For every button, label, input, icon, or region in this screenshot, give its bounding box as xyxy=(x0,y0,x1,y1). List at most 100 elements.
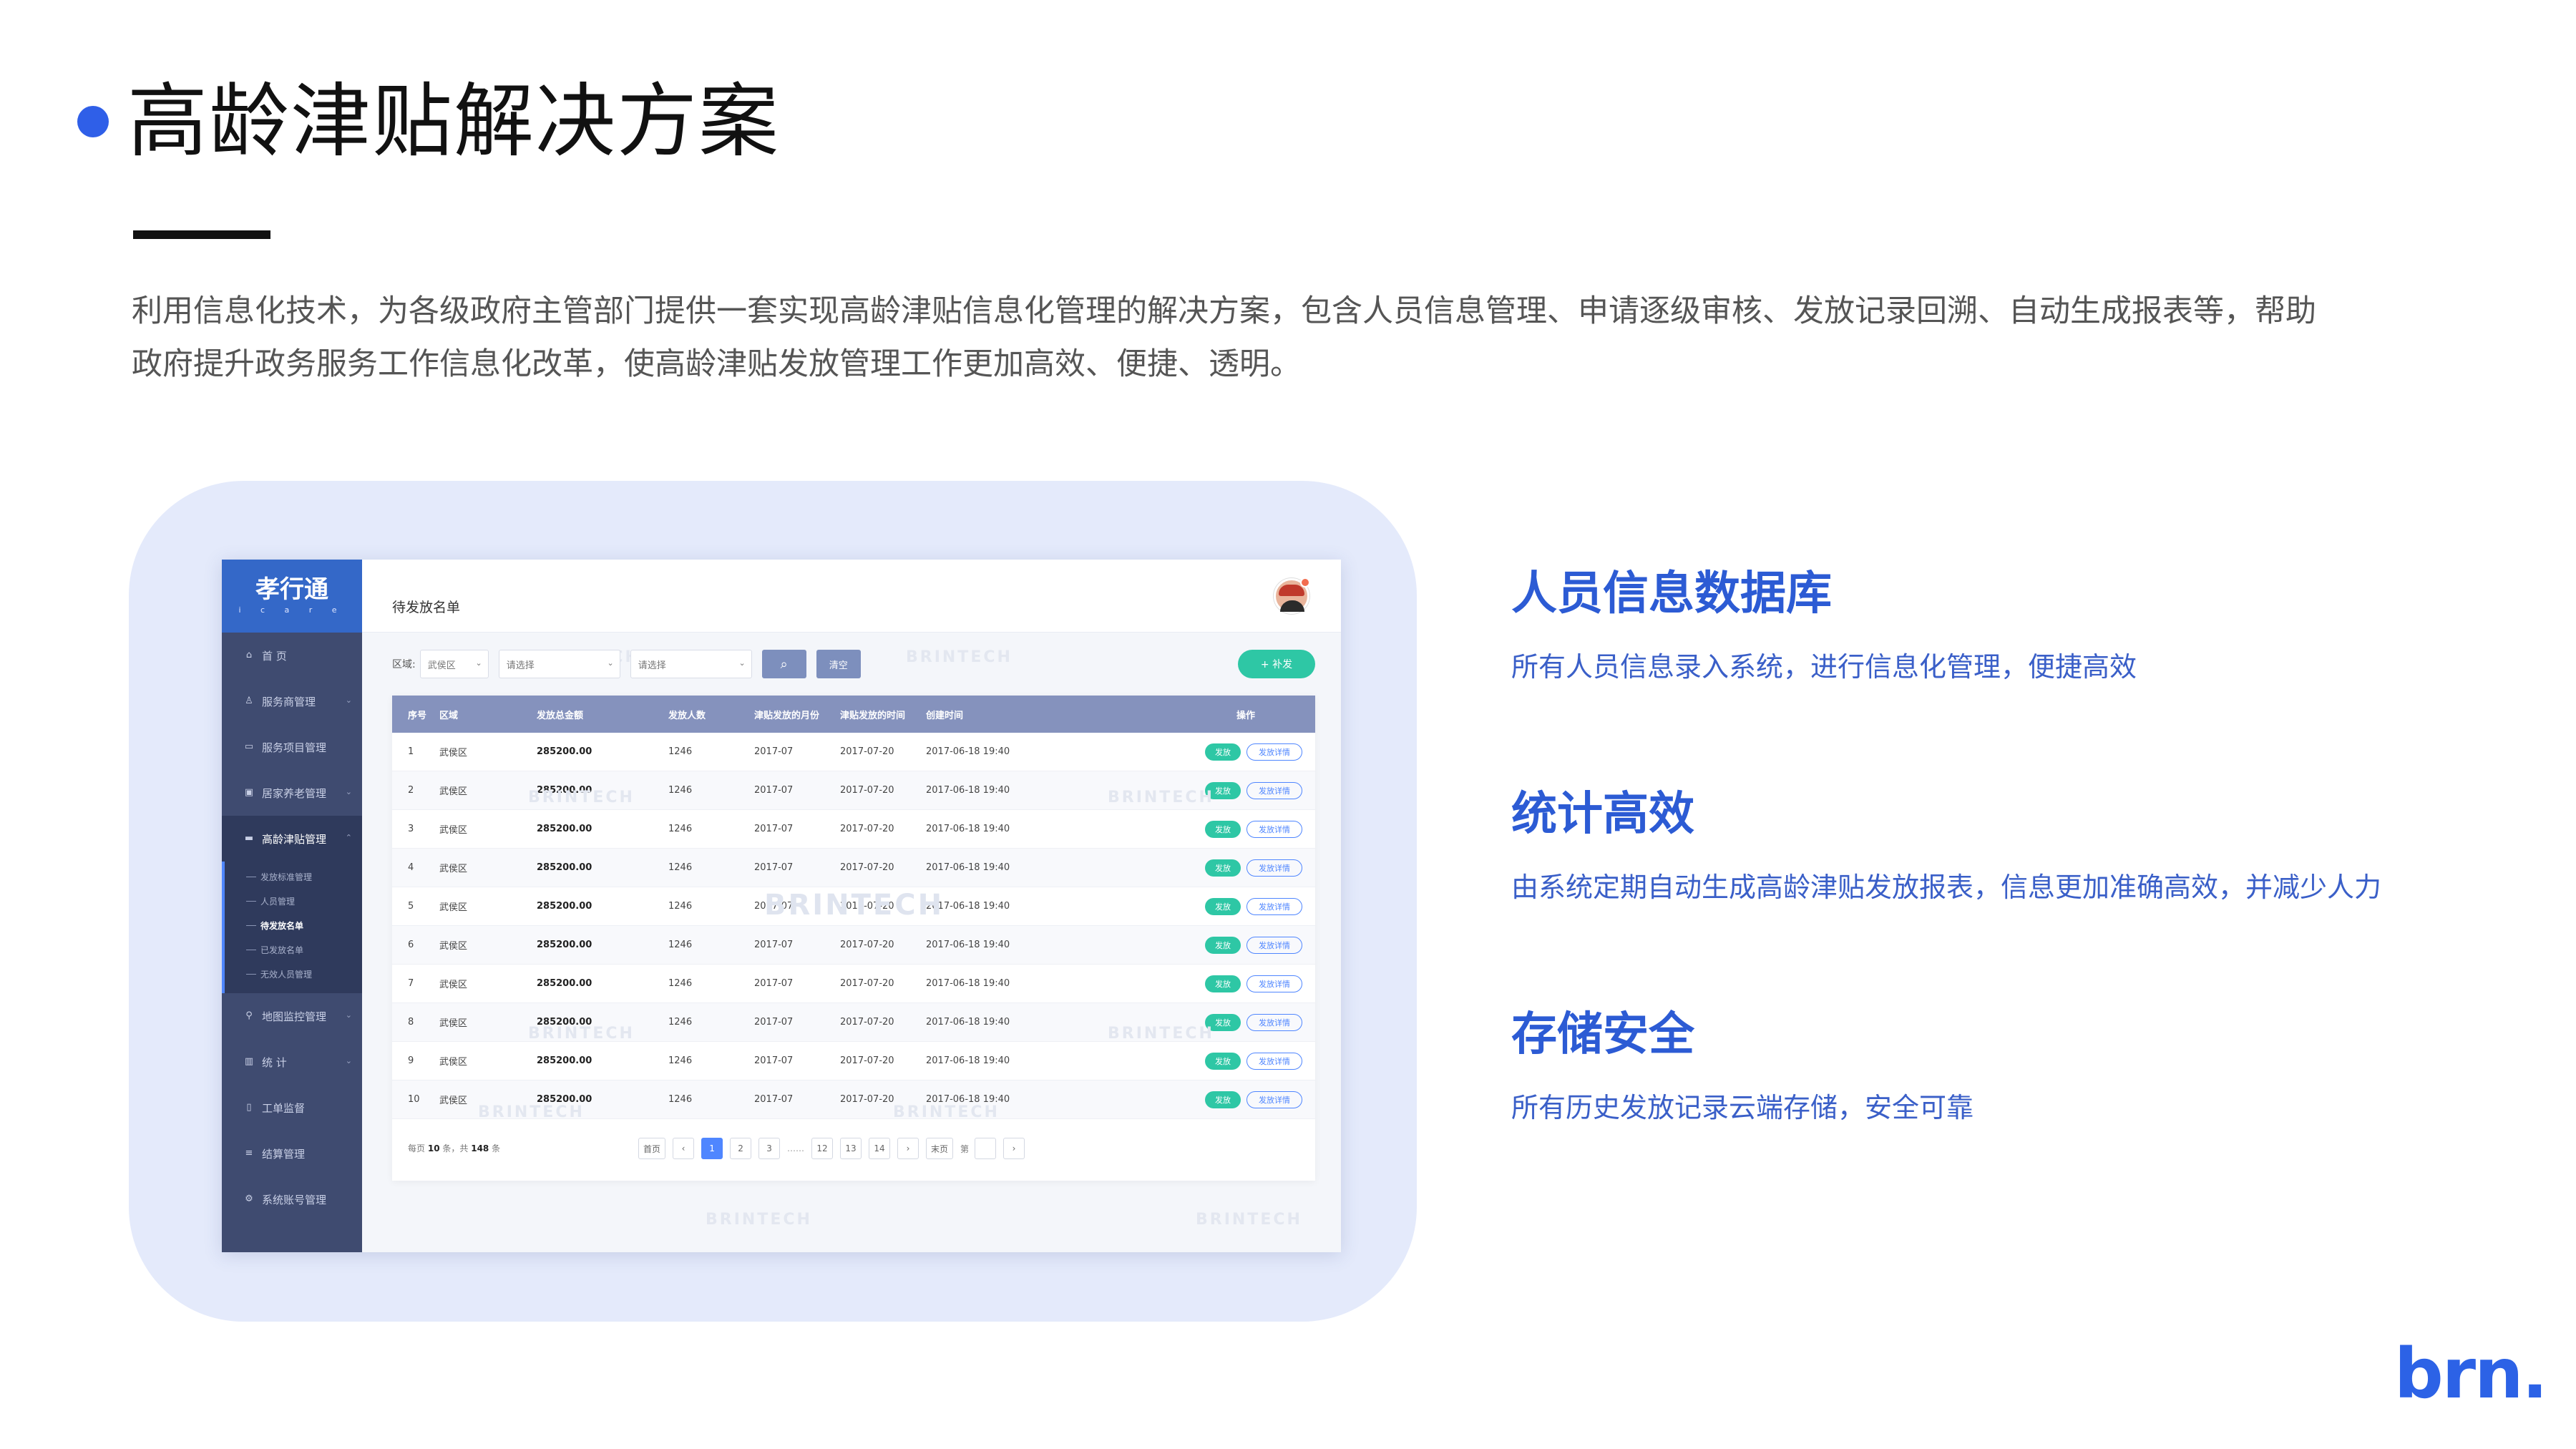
cell-actions: 发放 发放详情 xyxy=(1146,975,1315,992)
sidebar-item-home[interactable]: ⌂ 首 页 xyxy=(222,633,362,678)
cell-area: 武侯区 xyxy=(439,786,468,797)
prev-page-button[interactable]: ‹ xyxy=(673,1138,695,1159)
issue-button[interactable]: 发放 xyxy=(1205,897,1241,915)
cell-index: 8 xyxy=(408,1017,414,1028)
submenu-item-people[interactable]: 人员管理 xyxy=(225,889,362,913)
clear-button[interactable]: 清空 xyxy=(816,650,861,678)
page-button[interactable]: 14 xyxy=(869,1138,891,1159)
community-select[interactable]: 请选择 ⌄ xyxy=(630,650,752,678)
submenu-item-issued[interactable]: 已发放名单 xyxy=(225,937,362,962)
cell-month: 2017-07 xyxy=(754,785,794,796)
issue-detail-button[interactable]: 发放详情 xyxy=(1246,1013,1302,1031)
page-button[interactable]: 3 xyxy=(758,1138,781,1159)
issue-button[interactable]: 发放 xyxy=(1205,936,1241,954)
app-logo[interactable]: 孝行通 i c a r e xyxy=(222,560,362,633)
issue-button[interactable]: 发放 xyxy=(1205,859,1241,877)
page-button[interactable]: 1 xyxy=(701,1138,723,1159)
issue-detail-button[interactable]: 发放详情 xyxy=(1246,820,1302,838)
header-index: 序号 xyxy=(408,710,427,721)
sidebar-item-provider[interactable]: ♙ 服务商管理 ⌄ xyxy=(222,678,362,724)
cell-date: 2017-07-20 xyxy=(840,978,894,989)
cell-index: 10 xyxy=(408,1094,420,1105)
main-content: 待发放名单 BRINTECH BRINTECH 区域: 武侯区 ⌄ 请选择 ⌄ … xyxy=(362,560,1341,1252)
cell-actions: 发放 发放详情 xyxy=(1146,1013,1315,1031)
table-body: 1 武侯区 285200.00 1246 2017-07 2017-07-20 2017-0… xyxy=(392,733,1315,1119)
card-icon: ▣ xyxy=(244,787,254,798)
chevron-down-icon: ⌄ xyxy=(345,696,352,705)
area-label: 区域: xyxy=(392,659,416,670)
sidebar-item-service[interactable]: ▭ 服务项目管理 xyxy=(222,724,362,770)
issue-button[interactable]: 发放 xyxy=(1205,781,1241,799)
sidebar-item-label: 首 页 xyxy=(262,649,287,663)
page-button[interactable]: 12 xyxy=(811,1138,834,1159)
pager-text: 条，共 xyxy=(442,1143,469,1153)
street-select[interactable]: 请选择 ⌄ xyxy=(498,650,620,678)
issue-detail-button[interactable]: 发放详情 xyxy=(1246,743,1302,761)
issue-button[interactable]: 发放 xyxy=(1205,975,1241,992)
sidebar-item-allowance[interactable]: ▬ 高龄津贴管理 ⌃ xyxy=(222,816,362,862)
sidebar-item-accounts[interactable]: ⚙ 系统账号管理 xyxy=(222,1176,362,1222)
cell-date: 2017-07-20 xyxy=(840,862,894,873)
pager-info: 每页 10 条，共 148 条 xyxy=(408,1142,500,1154)
submenu-item-invalid[interactable]: 无效人员管理 xyxy=(225,962,362,986)
first-page-button[interactable]: 首页 xyxy=(638,1138,666,1159)
cell-date: 2017-07-20 xyxy=(840,824,894,834)
jump-page-input[interactable] xyxy=(975,1138,997,1159)
reissue-button[interactable]: + 补发 xyxy=(1238,650,1315,678)
sidebar-item-workorder[interactable]: ▯ 工单监督 xyxy=(222,1085,362,1131)
submenu-item-pending[interactable]: 待发放名单 xyxy=(225,913,362,937)
issue-button[interactable]: 发放 xyxy=(1205,743,1241,761)
table-row: 6 武侯区 285200.00 1246 2017-07 2017-07-20 2017-0… xyxy=(392,926,1315,965)
cell-index: 9 xyxy=(408,1055,414,1066)
cell-date: 2017-07-20 xyxy=(840,746,894,757)
header-amount: 发放总金额 xyxy=(537,710,584,721)
submenu-item-standard[interactable]: 发放标准管理 xyxy=(225,864,362,889)
sidebar: 孝行通 i c a r e ⌂ 首 页 ♙ 服务商管理 ⌄ ▭ 服务项目管理 ▣… xyxy=(222,560,362,1252)
area-select[interactable]: 武侯区 ⌄ xyxy=(419,650,489,678)
issue-detail-button[interactable]: 发放详情 xyxy=(1246,1052,1302,1070)
next-page-button[interactable]: › xyxy=(897,1138,919,1159)
issue-detail-button[interactable]: 发放详情 xyxy=(1246,781,1302,799)
cell-count: 1246 xyxy=(668,824,693,834)
sidebar-item-homecare[interactable]: ▣ 居家养老管理 ⌄ xyxy=(222,770,362,816)
page-button[interactable]: 13 xyxy=(840,1138,862,1159)
table-row: 3 武侯区 285200.00 1246 2017-07 2017-07-20 2017-0… xyxy=(392,810,1315,849)
wallet-icon: ▬ xyxy=(244,833,254,844)
cell-amount: 285200.00 xyxy=(537,746,592,757)
issue-button[interactable]: 发放 xyxy=(1205,820,1241,838)
header-month: 津贴发放的月份 xyxy=(754,710,820,721)
jump-go-button[interactable]: › xyxy=(1003,1138,1025,1159)
issue-button[interactable]: 发放 xyxy=(1205,1091,1241,1108)
issue-detail-button[interactable]: 发放详情 xyxy=(1246,975,1302,992)
avatar-hat xyxy=(1279,585,1304,596)
slide-title: 高龄津贴解决方案 xyxy=(127,75,780,168)
avatar[interactable] xyxy=(1274,577,1310,614)
cell-actions: 发放 发放详情 xyxy=(1146,1052,1315,1070)
sidebar-item-stats[interactable]: ▥ 统 计 ⌄ xyxy=(222,1039,362,1085)
pager-page-size: 10 xyxy=(427,1143,440,1153)
cell-area: 武侯区 xyxy=(439,941,468,952)
issue-button[interactable]: 发放 xyxy=(1205,1052,1241,1070)
chevron-down-icon: ⌄ xyxy=(345,787,352,796)
feature-title-storage: 存储安全 xyxy=(1511,1008,1694,1061)
issue-button[interactable]: 发放 xyxy=(1205,1013,1241,1031)
issue-detail-button[interactable]: 发放详情 xyxy=(1246,897,1302,915)
issue-detail-button[interactable]: 发放详情 xyxy=(1246,859,1302,877)
search-button[interactable]: ⌕ xyxy=(761,650,806,678)
issue-detail-button[interactable]: 发放详情 xyxy=(1246,936,1302,954)
sidebar-item-map[interactable]: ⚲ 地图监控管理 ⌄ xyxy=(222,993,362,1039)
cell-created: 2017-06-18 19:40 xyxy=(926,746,1010,757)
sidebar-item-label: 结算管理 xyxy=(262,1147,306,1161)
sidebar-item-settlement[interactable]: ≡ 结算管理 xyxy=(222,1131,362,1176)
page-button[interactable]: 2 xyxy=(730,1138,752,1159)
cell-date: 2017-07-20 xyxy=(840,1055,894,1066)
cell-count: 1246 xyxy=(668,901,693,912)
cell-area: 武侯区 xyxy=(439,1057,468,1068)
cell-created: 2017-06-18 19:40 xyxy=(926,978,1010,989)
table-row: 9 武侯区 285200.00 1246 2017-07 2017-07-20 2017-0… xyxy=(392,1042,1315,1080)
last-page-button[interactable]: 末页 xyxy=(926,1138,954,1159)
issue-detail-button[interactable]: 发放详情 xyxy=(1246,1091,1302,1108)
submenu-label: 待发放名单 xyxy=(260,920,304,931)
list-icon: ≡ xyxy=(245,1148,253,1158)
title-bullet-dot xyxy=(77,106,109,137)
